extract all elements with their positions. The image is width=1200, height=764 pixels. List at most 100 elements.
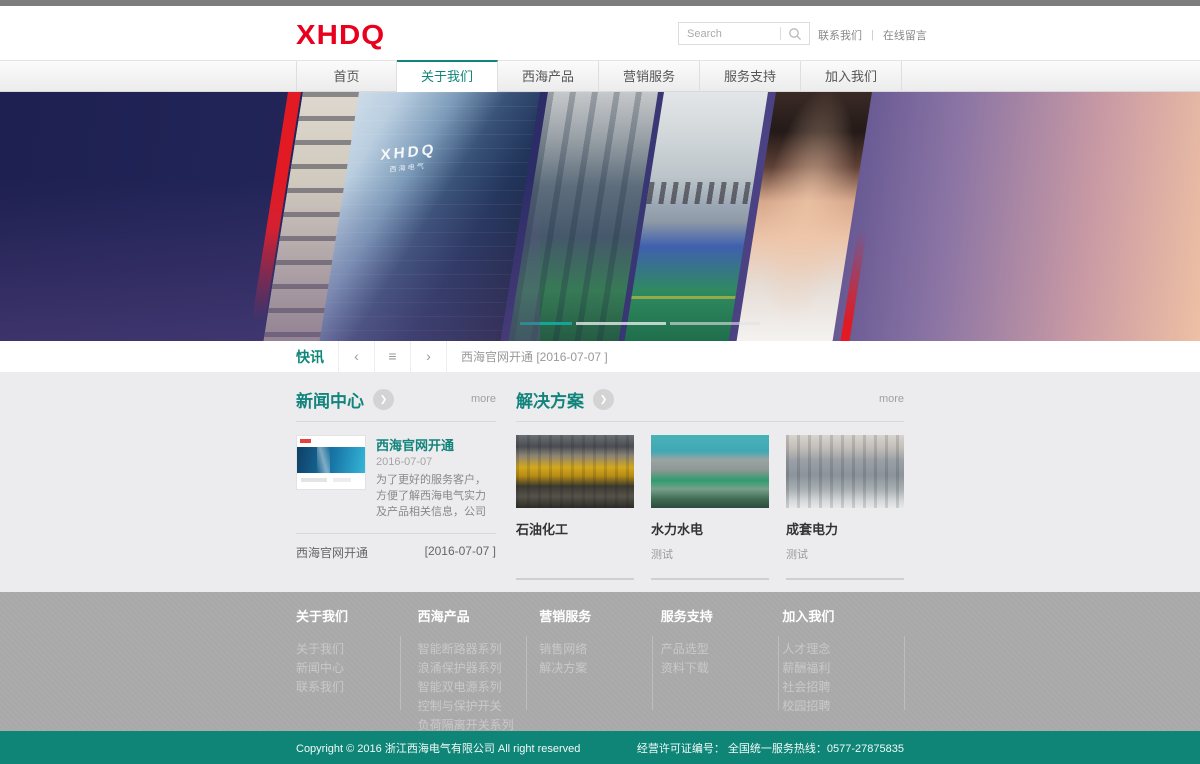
card-divider xyxy=(516,578,634,580)
news-item-title[interactable]: 西海官网开通 xyxy=(376,435,496,454)
news-list-title[interactable]: 西海官网开通 xyxy=(296,544,368,561)
footer-link[interactable]: 社会招聘 xyxy=(782,678,904,697)
card-title[interactable]: 石油化工 xyxy=(516,519,634,538)
main-navbar: 首页 关于我们 西海产品 营销服务 服务支持 加入我们 xyxy=(0,60,1200,92)
footer-link[interactable]: 资料下载 xyxy=(661,659,783,678)
solution-card-power-sets[interactable]: 成套电力 测试 xyxy=(786,435,904,580)
footer-link[interactable]: 校园招聘 xyxy=(782,697,904,716)
factory-floor-line xyxy=(631,296,735,299)
section-divider xyxy=(516,421,904,422)
news-arrow-icon[interactable]: ❯ xyxy=(373,389,394,410)
footer-col-title: 加入我们 xyxy=(782,606,904,625)
license-text: 经营许可证编号： 全国统一服务热线：0577-27875835 xyxy=(637,740,904,756)
news-ticker: 快讯 ‹ ≡ › 西海官网开通 [2016-07-07 ] xyxy=(0,341,1200,372)
ticker-list-icon[interactable]: ≡ xyxy=(375,341,410,372)
footer-col-products: 西海产品 智能断路器系列 浪涌保护器系列 智能双电源系列 控制与保护开关 负荷隔… xyxy=(418,606,540,731)
power-sets-image xyxy=(786,435,904,508)
ticker-next-icon[interactable]: › xyxy=(411,341,446,372)
news-item-date: 2016-07-07 xyxy=(376,456,496,468)
nav-item-join[interactable]: 加入我们 xyxy=(801,60,902,93)
search-button[interactable] xyxy=(781,23,809,44)
card-divider xyxy=(651,578,769,580)
copyright-text: Copyright © 2016 浙江西海电气有限公司 All right re… xyxy=(296,740,580,756)
news-thumbnail xyxy=(296,435,366,490)
card-title[interactable]: 成套电力 xyxy=(786,519,904,538)
pager-bar[interactable] xyxy=(670,322,760,325)
footer-col-title: 服务支持 xyxy=(661,606,783,625)
footer-link[interactable]: 产品选型 xyxy=(661,640,783,659)
news-more-link[interactable]: more xyxy=(471,393,496,405)
footer-link[interactable]: 控制与保护开关 xyxy=(418,697,540,716)
footer-col-title: 营销服务 xyxy=(539,606,661,625)
card-subtitle: 测试 xyxy=(786,546,904,562)
hydropower-image xyxy=(651,435,769,508)
nav-menu: 首页 关于我们 西海产品 营销服务 服务支持 加入我们 xyxy=(296,60,904,92)
nav-item-support[interactable]: 服务支持 xyxy=(700,60,801,93)
card-title[interactable]: 水力水电 xyxy=(651,519,769,538)
footer-col-marketing: 营销服务 销售网络 解决方案 xyxy=(539,606,661,731)
section-divider xyxy=(296,421,496,422)
news-section-title: 新闻中心 xyxy=(296,387,364,412)
footer-link[interactable]: 人才理念 xyxy=(782,640,904,659)
footer-link[interactable]: 销售网络 xyxy=(539,640,661,659)
site-footer: 关于我们 关于我们 新闻中心 联系我们 西海产品 智能断路器系列 浪涌保护器系列… xyxy=(0,592,1200,731)
pager-bar-active[interactable] xyxy=(520,322,572,325)
ticker-headline[interactable]: 西海官网开通 [2016-07-07 ] xyxy=(447,348,608,365)
workers-row xyxy=(646,182,754,204)
pager-bar[interactable] xyxy=(576,322,666,325)
nav-item-products[interactable]: 西海产品 xyxy=(498,60,599,93)
solution-card-petrochemical[interactable]: 石油化工 xyxy=(516,435,634,580)
footer-link[interactable]: 智能双电源系列 xyxy=(418,678,540,697)
building-logo-sign: XHDQ 西海电气 xyxy=(379,141,436,176)
header-links: 联系我们 | 在线留言 xyxy=(818,27,927,43)
building-glass xyxy=(320,92,540,341)
hero-building-image: XHDQ 西海电气 xyxy=(264,92,540,341)
thumb-banner xyxy=(297,447,365,473)
site-header: XHDQ 联系我们 | 在线留言 xyxy=(0,6,1200,60)
card-subtitle: 测试 xyxy=(651,546,769,562)
footer-link[interactable]: 智能断路器系列 xyxy=(418,640,540,659)
nav-item-marketing[interactable]: 营销服务 xyxy=(599,60,700,93)
footer-col-join: 加入我们 人才理念 薪酬福利 社会招聘 校园招聘 xyxy=(782,606,904,731)
footer-link[interactable]: 薪酬福利 xyxy=(782,659,904,678)
footer-col-title: 西海产品 xyxy=(418,606,540,625)
footer-link[interactable]: 浪涌保护器系列 xyxy=(418,659,540,678)
contact-us-link[interactable]: 联系我们 xyxy=(818,27,862,43)
nav-item-home[interactable]: 首页 xyxy=(296,60,397,93)
footer-divider xyxy=(400,636,401,710)
solutions-more-link[interactable]: more xyxy=(879,393,904,405)
footer-divider xyxy=(652,636,653,710)
thumb-line xyxy=(301,478,327,482)
hero-banner: XHDQ 西海电气 xyxy=(0,92,1200,341)
footer-link[interactable]: 解决方案 xyxy=(539,659,661,678)
site-logo[interactable]: XHDQ xyxy=(296,19,385,51)
footer-divider xyxy=(526,636,527,710)
nav-item-about[interactable]: 关于我们 xyxy=(397,60,498,93)
footer-col-title: 关于我们 xyxy=(296,606,418,625)
card-divider xyxy=(786,578,904,580)
bottom-bar: Copyright © 2016 浙江西海电气有限公司 All right re… xyxy=(0,731,1200,764)
search-input[interactable] xyxy=(679,28,780,40)
header-links-divider: | xyxy=(871,29,874,41)
solutions-arrow-icon[interactable]: ❯ xyxy=(593,389,614,410)
footer-col-support: 服务支持 产品选型 资料下载 xyxy=(661,606,783,731)
solutions-section: 解决方案 ❯ more 石油化工 水力水电 测试 xyxy=(516,386,904,580)
news-list-date: [2016-07-07 ] xyxy=(425,544,496,561)
solution-card-hydropower[interactable]: 水力水电 测试 xyxy=(651,435,769,580)
thumb-line xyxy=(333,478,351,482)
ticker-label: 快讯 xyxy=(296,347,338,367)
solutions-section-title: 解决方案 xyxy=(516,387,584,412)
news-section: 新闻中心 ❯ more 西海官网开通 2016-07-07 为了更好的服务客户，… xyxy=(296,386,496,580)
search-box xyxy=(678,22,810,45)
search-icon xyxy=(788,27,802,41)
section-divider xyxy=(296,533,496,534)
footer-divider xyxy=(778,636,779,710)
ticker-prev-icon[interactable]: ‹ xyxy=(339,341,374,372)
petrochemical-image xyxy=(516,435,634,508)
footer-divider xyxy=(904,636,905,710)
news-list-item[interactable]: 西海官网开通 [2016-07-07 ] xyxy=(296,544,496,561)
hero-pagination xyxy=(520,322,760,325)
online-message-link[interactable]: 在线留言 xyxy=(883,27,927,43)
news-item[interactable]: 西海官网开通 2016-07-07 为了更好的服务客户，方便了解西海电气实力及产… xyxy=(296,435,496,521)
main-content: 新闻中心 ❯ more 西海官网开通 2016-07-07 为了更好的服务客户，… xyxy=(0,372,1200,592)
